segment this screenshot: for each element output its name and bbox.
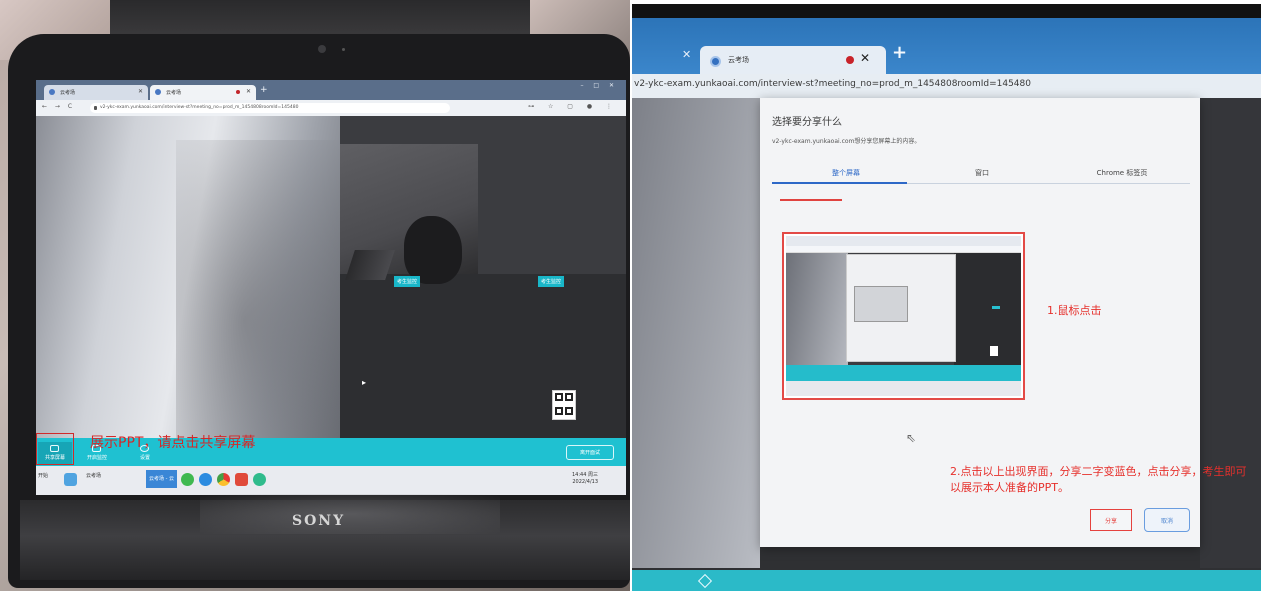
close-icon[interactable]: ✕: [246, 88, 251, 95]
app-icon[interactable]: [253, 473, 266, 486]
new-tab-button[interactable]: +: [260, 85, 268, 95]
instruction-annotation: 展示PPT，请点击共享屏幕: [90, 435, 256, 451]
wps-icon[interactable]: [235, 473, 248, 486]
share-screen-dialog: 选择要分享什么 v2-ykc-exam.yunkaoai.com想分享您屏幕上的…: [760, 98, 1247, 547]
thumb-qr: [990, 346, 998, 356]
thumb-tag: [992, 306, 1000, 309]
site-icon: [49, 89, 55, 95]
close-icon[interactable]: ✕: [138, 88, 143, 95]
video-tag: 考生监控: [538, 276, 565, 287]
browser-tab-bar: ✕ 云考场 ✕ +: [632, 18, 1261, 88]
top-edge: [632, 4, 1261, 18]
share-tabs: 整个屏幕 窗口 Chrome 标签页: [772, 162, 1190, 184]
clock-time: 14:44 周三: [572, 472, 598, 478]
cursor-icon: ⇖: [906, 431, 917, 445]
new-tab-button[interactable]: +: [892, 42, 907, 63]
share-button[interactable]: 分享: [1090, 509, 1132, 531]
cancel-button[interactable]: 取消: [1144, 508, 1190, 532]
thumb-dialog-preview: [854, 286, 908, 322]
close-icon[interactable]: ✕: [682, 48, 691, 61]
leave-button[interactable]: 离开面试: [566, 445, 614, 460]
annotation-step-2: 2.点击以上出现界面，分享二字变蓝色，点击分享，考生即可以展示本人准备的PPT。: [950, 465, 1247, 494]
video-shadow: [176, 140, 346, 440]
start-button[interactable]: 开始: [38, 472, 48, 488]
annotation-step-1: 1.鼠标点击: [1047, 304, 1102, 317]
tab-label: 云考场: [60, 90, 76, 96]
tab-chrome[interactable]: Chrome 标签页: [1072, 168, 1172, 178]
webcam-led: [342, 48, 345, 51]
lock-icon: [94, 106, 97, 110]
screen-thumbnail[interactable]: [782, 232, 1025, 400]
cursor-icon: ▸: [362, 378, 367, 387]
browser-tab-bar: 云考场 ✕ 云考场 ✕ + – □ ✕: [36, 80, 626, 100]
url-text[interactable]: v2-ykc-exam.yunkaoai.com/interview-st?me…: [634, 79, 1031, 89]
meeting-toolbar: [632, 570, 1261, 591]
tool-label: 设置: [139, 455, 150, 461]
tab-label: 云考场: [166, 90, 182, 96]
thumb-toolbar: [786, 365, 1021, 381]
head-silhouette: [404, 216, 462, 284]
thumb-tabbar: [786, 236, 1021, 246]
thumb-taskbar: [786, 381, 1021, 396]
dialog-title: 选择要分享什么: [772, 117, 842, 128]
recording-icon: [846, 56, 854, 64]
window-controls[interactable]: – □ ✕: [580, 82, 618, 89]
qr-code-icon[interactable]: [552, 390, 576, 420]
video-panel: [340, 274, 626, 438]
close-icon[interactable]: ✕: [860, 51, 870, 65]
url-field[interactable]: v2-ykc-exam.yunkaoai.com/interview-st?me…: [90, 103, 450, 113]
clock-date: 2022/4/13: [572, 479, 598, 485]
video-tag: 考生监控: [394, 276, 421, 287]
webcam-icon: [318, 45, 326, 53]
site-icon: [710, 56, 721, 67]
app-icon[interactable]: [64, 473, 77, 486]
taskbar-app-active[interactable]: 云考场 - 云: [146, 470, 177, 488]
nav-buttons[interactable]: ← → C: [42, 103, 75, 110]
highlight-box: [36, 433, 74, 465]
thumb-video-right: [954, 253, 1021, 365]
laptop-photo: 云考场 ✕ 云考场 ✕ + – □ ✕ ← → C v2-ykc-exam.yu…: [0, 0, 630, 591]
windows-taskbar: 开始 云考场 云考场 - 云 14:44 周三 2022/4/13: [36, 466, 626, 495]
thumb-addressbar: [786, 246, 1021, 253]
url-text: v2-ykc-exam.yunkaoai.com/interview-st?me…: [100, 105, 299, 110]
screenshot-root: 云考场 ✕ 云考场 ✕ + – □ ✕ ← → C v2-ykc-exam.yu…: [0, 0, 1261, 591]
taskbar-app[interactable]: 云考场: [86, 472, 101, 488]
tab-window[interactable]: 窗口: [942, 168, 1022, 178]
active-tab-indicator: [772, 182, 907, 184]
dialog-subtitle: v2-ykc-exam.yunkaoai.com想分享您屏幕上的内容。: [772, 138, 921, 145]
browser-tab-active[interactable]: 云考场 ✕: [150, 85, 256, 100]
address-bar: ← → C v2-ykc-exam.yunkaoai.com/interview…: [36, 100, 626, 116]
tool-label: 开启监控: [86, 455, 107, 461]
video-background: [632, 98, 760, 568]
address-bar: v2-ykc-exam.yunkaoai.com/interview-st?me…: [632, 74, 1261, 98]
share-dialog-photo: ✕ 云考场 ✕ + v2-ykc-exam.yunkaoai.com/inter…: [632, 4, 1261, 591]
browser-tab[interactable]: 云考场 ✕: [44, 85, 148, 100]
brand-logo: SONY: [292, 513, 346, 529]
chrome-icon[interactable]: [217, 473, 230, 486]
extension-icons[interactable]: ⊶ ☆ ▢ ● ⋮: [528, 103, 618, 110]
tab-entire-screen[interactable]: 整个屏幕: [806, 168, 886, 178]
annotation-underline: [780, 199, 842, 201]
video-background: [1200, 98, 1261, 568]
clock: 14:44 周三 2022/4/13: [572, 472, 598, 486]
thumb-video-left: [786, 253, 848, 365]
app-icon[interactable]: [199, 473, 212, 486]
recording-icon: [236, 90, 240, 94]
site-icon: [155, 89, 161, 95]
tab-label: 云考场: [728, 56, 749, 64]
app-icon[interactable]: [181, 473, 194, 486]
hinge-shadow: [200, 494, 500, 534]
